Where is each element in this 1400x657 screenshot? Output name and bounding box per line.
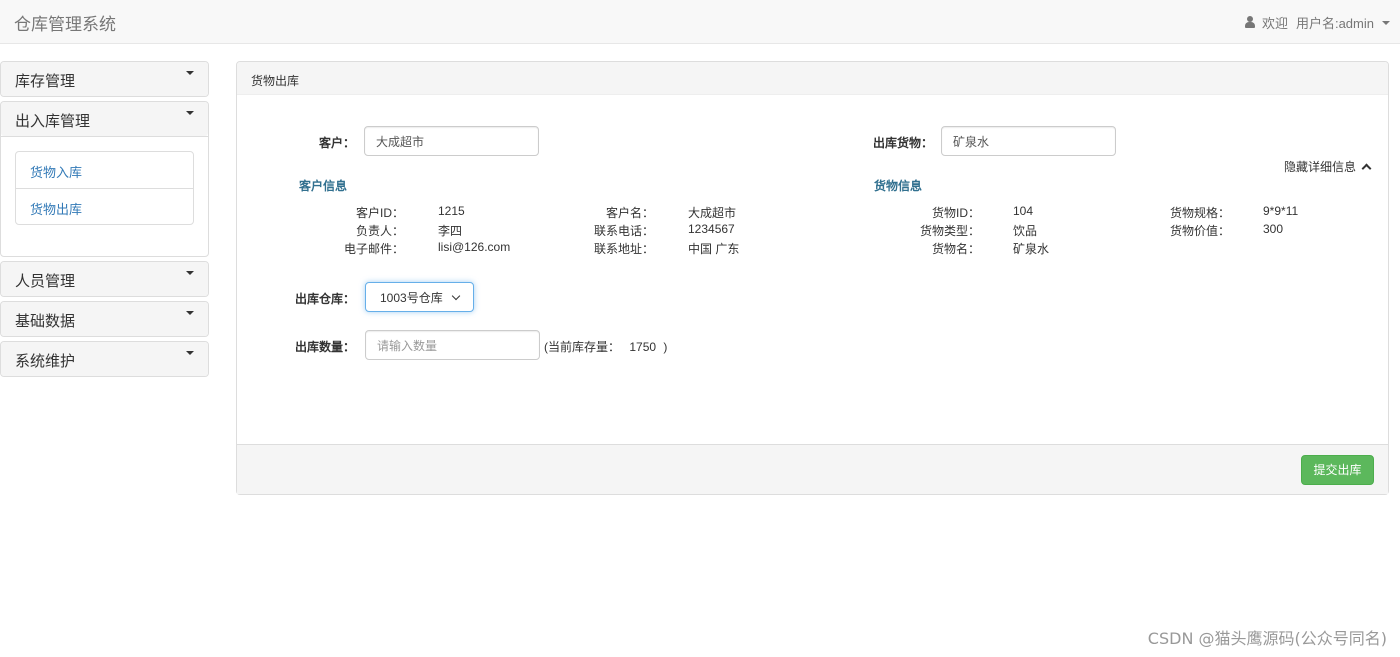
sidebar-item-label: 人员管理 (15, 273, 76, 290)
customer-email-value: lisi@126.com (438, 240, 511, 254)
quantity-label: 出库数量： (294, 340, 355, 354)
sidebar-panel-personnel: 人员管理 (0, 261, 209, 297)
customer-name-value: 大成超市 (688, 206, 737, 220)
toggle-details-label: 隐藏详细信息 (1284, 160, 1357, 174)
chevron-down-icon (186, 71, 194, 75)
watermark: CSDN @猫头鹰源码(公众号同名) (1147, 629, 1387, 648)
goods-name-label: 货物名： (931, 242, 980, 256)
customer-address-label: 联系地址： (593, 242, 654, 256)
stock-value: 1750 (629, 340, 657, 354)
stock-note-prefix: (当前库存量： (544, 340, 620, 354)
panel-title: 货物出库 (237, 62, 1388, 95)
sidebar-item-label: 库存管理 (15, 73, 76, 90)
submenu-item-goods-out[interactable]: 货物出库 (16, 188, 193, 224)
warehouse-selected-value: 1003号仓库 (380, 290, 443, 305)
customer-phone-value: 1234567 (688, 222, 735, 236)
submenu-item-goods-in[interactable]: 货物入库 (16, 152, 193, 188)
goods-value-label: 货物价值： (1169, 224, 1230, 238)
goods-spec-value: 9*9*11 (1263, 204, 1299, 218)
goods-info-title: 货物信息 (874, 179, 923, 193)
goods-value-value: 300 (1263, 222, 1284, 236)
customer-contact-label: 负责人： (355, 224, 404, 238)
sidebar-panel-in-out: 出入库管理 货物入库 货物出库 (0, 101, 209, 257)
customer-name-label: 客户名： (605, 206, 654, 220)
sidebar-item-inventory[interactable]: 库存管理 (1, 62, 208, 96)
app-title[interactable]: 仓库管理系统 (14, 10, 116, 35)
customer-info-title: 客户信息 (299, 179, 348, 193)
submenu-list: 货物入库 货物出库 (15, 151, 194, 225)
top-navbar: 仓库管理系统 欢迎 用户名:admin (0, 0, 1400, 44)
goods-name-value: 矿泉水 (1013, 242, 1050, 256)
sidebar-item-system[interactable]: 系统维护 (1, 342, 208, 376)
submit-out-button[interactable]: 提交出库 (1301, 455, 1374, 485)
warehouse-label: 出库仓库： (294, 292, 355, 306)
welcome-text: 欢迎 (1261, 16, 1288, 31)
customer-id-value: 1215 (438, 204, 465, 218)
goods-type-value: 饮品 (1013, 224, 1038, 238)
sidebar-submenu: 货物入库 货物出库 (1, 136, 208, 256)
sidebar: 库存管理 出入库管理 货物入库 货物出库 人员管理 基础数据 系统维护 (0, 61, 209, 381)
stock-note-suffix: ) (663, 340, 668, 354)
quantity-input[interactable]: 请输入数量 (365, 330, 540, 360)
sidebar-item-in-out[interactable]: 出入库管理 (1, 102, 208, 136)
customer-input[interactable]: 大成超市 (364, 126, 539, 156)
chevron-up-icon (1361, 163, 1372, 174)
chevron-down-icon (186, 311, 194, 315)
chevron-down-icon (186, 111, 194, 115)
sidebar-item-personnel[interactable]: 人员管理 (1, 262, 208, 296)
goods-label: 出库货物： (872, 136, 933, 150)
chevron-down-icon (186, 351, 194, 355)
goods-out-panel: 货物出库 客户： 大成超市 出库货物： 矿泉水 隐藏详细信息 客户信息 客户ID… (236, 61, 1389, 495)
customer-label: 客户： (318, 136, 355, 150)
customer-email-label: 电子邮件： (343, 242, 404, 256)
goods-input[interactable]: 矿泉水 (941, 126, 1116, 156)
chevron-down-icon (1382, 20, 1390, 25)
chevron-down-icon (451, 291, 461, 300)
panel-footer: 提交出库 (237, 444, 1388, 494)
customer-id-label: 客户ID： (355, 206, 404, 220)
user-icon (1244, 16, 1256, 29)
warehouse-select[interactable]: 1003号仓库 (365, 282, 474, 312)
customer-contact-value: 李四 (438, 224, 463, 238)
customer-address-value: 中国 广东 (688, 242, 740, 256)
sidebar-panel-system: 系统维护 (0, 341, 209, 377)
sidebar-panel-inventory: 库存管理 (0, 61, 209, 97)
sidebar-item-label: 系统维护 (15, 353, 76, 370)
stock-note: (当前库存量： 1750 ) (544, 338, 667, 355)
sidebar-item-basic-data[interactable]: 基础数据 (1, 302, 208, 336)
user-menu[interactable]: 欢迎 用户名:admin (1244, 13, 1390, 32)
goods-type-label: 货物类型： (919, 224, 980, 238)
goods-id-label: 货物ID： (931, 206, 980, 220)
goods-spec-label: 货物规格： (1169, 206, 1230, 220)
sidebar-item-label: 基础数据 (15, 313, 76, 330)
chevron-down-icon (186, 271, 194, 275)
goods-id-value: 104 (1013, 204, 1034, 218)
username-text: 用户名:admin (1295, 16, 1374, 31)
sidebar-item-label: 出入库管理 (15, 113, 91, 130)
sidebar-panel-basic-data: 基础数据 (0, 301, 209, 337)
toggle-details-link[interactable]: 隐藏详细信息 (1284, 158, 1372, 175)
customer-phone-label: 联系电话： (593, 224, 654, 238)
